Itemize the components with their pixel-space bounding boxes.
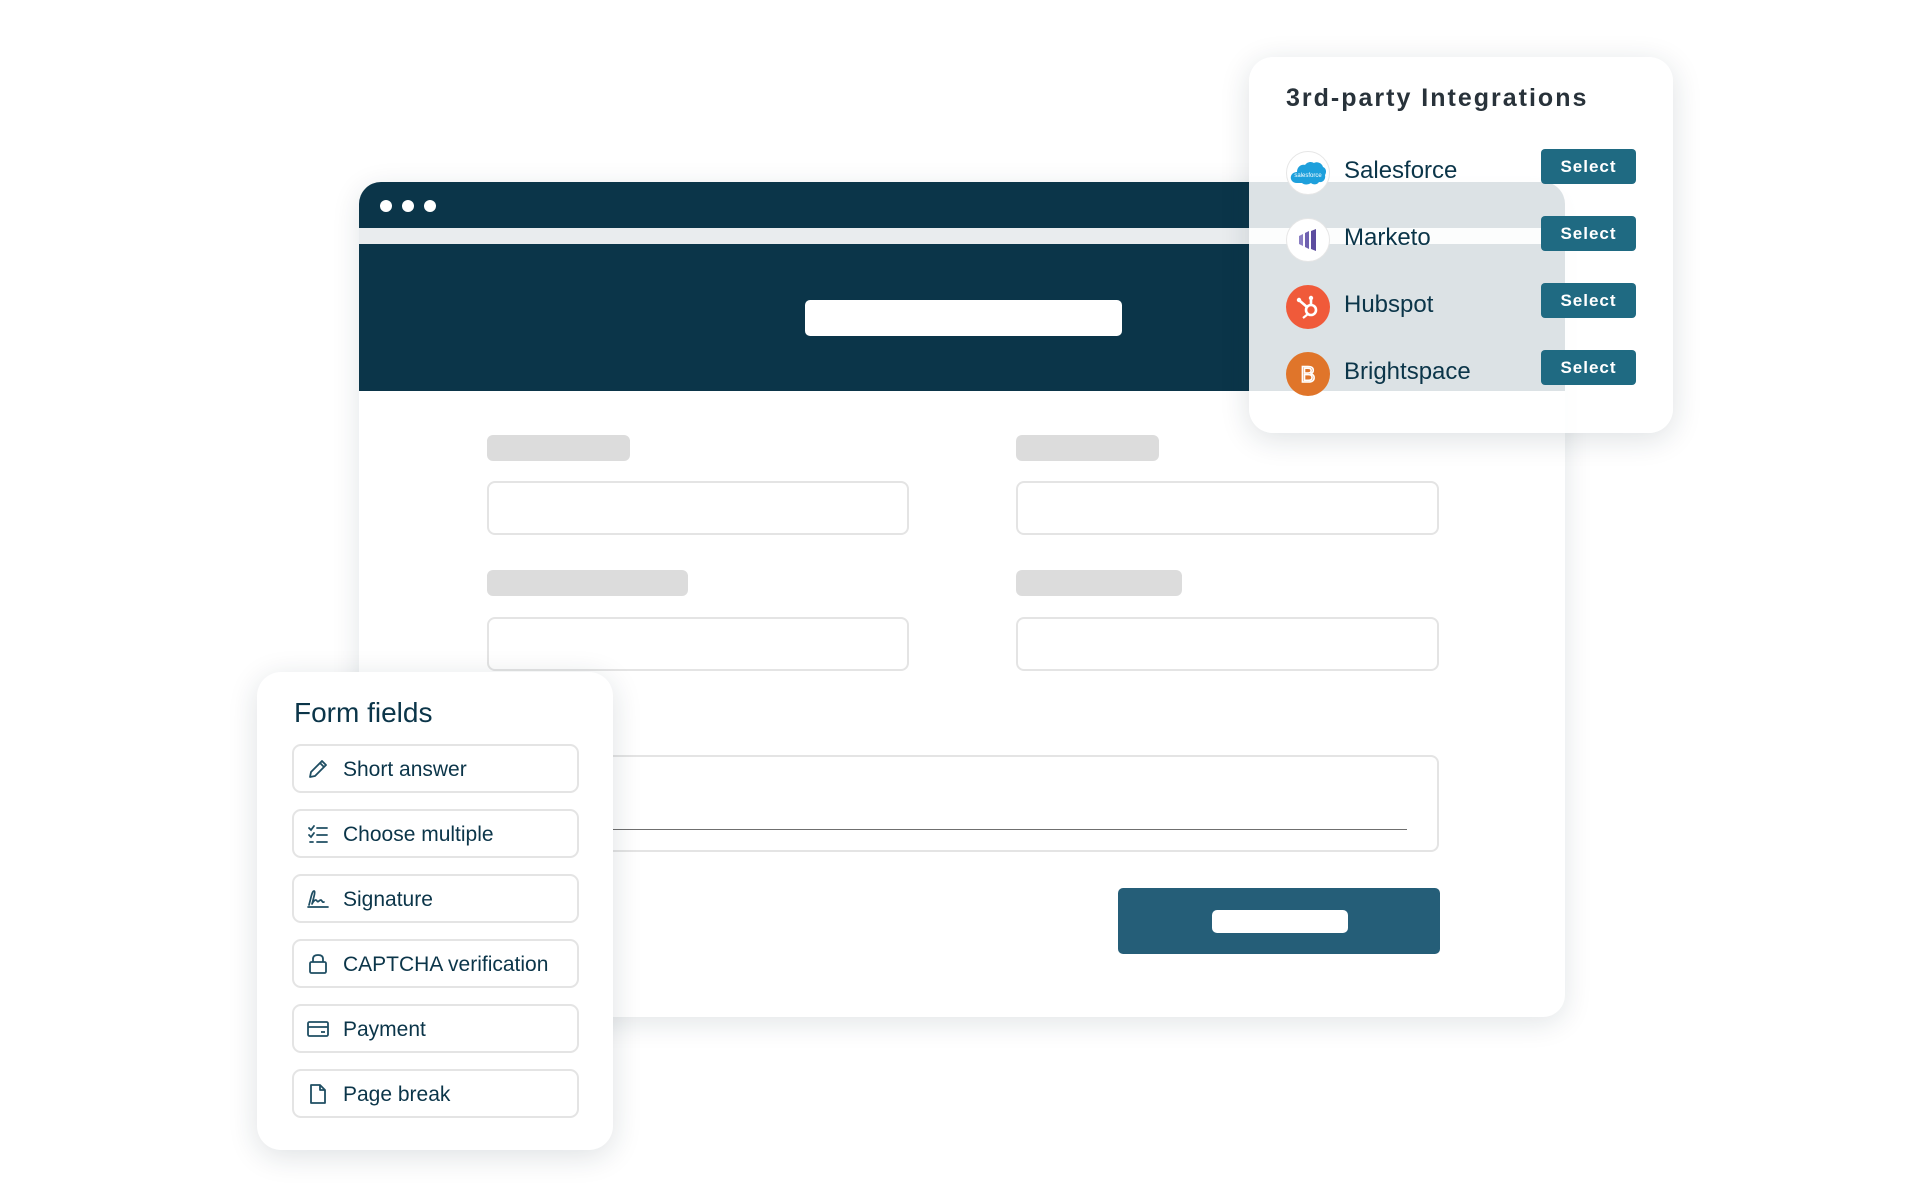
text-input-placeholder[interactable] bbox=[1016, 617, 1439, 671]
field-label-placeholder bbox=[1016, 570, 1182, 596]
integration-name: Marketo bbox=[1344, 224, 1431, 251]
integration-name: Hubspot bbox=[1344, 291, 1434, 318]
submit-label-placeholder bbox=[1212, 910, 1348, 933]
field-item-label: Choose multiple bbox=[343, 823, 494, 846]
textarea-placeholder[interactable] bbox=[487, 755, 1439, 852]
field-item-label: Signature bbox=[343, 888, 433, 911]
submit-button[interactable] bbox=[1118, 888, 1440, 954]
field-item-payment[interactable]: Payment bbox=[292, 1004, 579, 1053]
lock-icon bbox=[306, 952, 330, 976]
hubspot-logo-icon bbox=[1286, 285, 1330, 329]
integration-name: Salesforce bbox=[1344, 157, 1458, 184]
field-item-label: CAPTCHA verification bbox=[343, 953, 549, 976]
select-brightspace-button[interactable]: Select bbox=[1541, 350, 1636, 385]
window-dot bbox=[402, 200, 414, 212]
form-title-placeholder bbox=[805, 300, 1122, 336]
brightspace-logo-text: B bbox=[1301, 362, 1316, 387]
field-item-captcha[interactable]: CAPTCHA verification bbox=[292, 939, 579, 988]
select-salesforce-button[interactable]: Select bbox=[1541, 149, 1636, 184]
field-label-placeholder bbox=[487, 435, 630, 461]
window-dot bbox=[424, 200, 436, 212]
checklist-icon bbox=[306, 822, 330, 846]
pencil-icon bbox=[306, 757, 330, 781]
brightspace-logo-icon: B bbox=[1286, 352, 1330, 396]
document-icon bbox=[306, 1082, 330, 1106]
integrations-title: 3rd-party Integrations bbox=[1286, 84, 1589, 112]
signature-icon bbox=[306, 887, 330, 911]
integration-row-marketo: Marketo Select bbox=[1286, 216, 1646, 262]
integrations-card: 3rd-party Integrations salesforce Salesf… bbox=[1249, 57, 1673, 433]
field-item-choose-multiple[interactable]: Choose multiple bbox=[292, 809, 579, 858]
field-item-label: Payment bbox=[343, 1018, 426, 1041]
text-input-placeholder[interactable] bbox=[487, 617, 909, 671]
field-item-label: Short answer bbox=[343, 758, 467, 781]
salesforce-logo-text: salesforce bbox=[1294, 173, 1322, 179]
select-hubspot-button[interactable]: Select bbox=[1541, 283, 1636, 318]
field-item-label: Page break bbox=[343, 1083, 451, 1106]
text-input-placeholder[interactable] bbox=[1016, 481, 1439, 535]
credit-card-icon bbox=[306, 1017, 330, 1041]
field-item-page-break[interactable]: Page break bbox=[292, 1069, 579, 1118]
field-item-signature[interactable]: Signature bbox=[292, 874, 579, 923]
text-input-placeholder[interactable] bbox=[487, 481, 909, 535]
field-label-placeholder bbox=[487, 570, 688, 596]
marketo-logo-icon bbox=[1286, 218, 1330, 262]
integration-name: Brightspace bbox=[1344, 358, 1471, 385]
integration-row-hubspot: Hubspot Select bbox=[1286, 283, 1646, 329]
form-fields-card: Form fields Short answer Choose multiple bbox=[257, 672, 613, 1150]
integration-row-salesforce: salesforce Salesforce Select bbox=[1286, 149, 1646, 195]
window-dot bbox=[380, 200, 392, 212]
field-item-short-answer[interactable]: Short answer bbox=[292, 744, 579, 793]
field-label-placeholder bbox=[1016, 435, 1159, 461]
integration-row-brightspace: B Brightspace Select bbox=[1286, 350, 1646, 396]
salesforce-logo-icon: salesforce bbox=[1286, 151, 1330, 195]
form-fields-title: Form fields bbox=[294, 697, 433, 728]
textarea-underline bbox=[487, 829, 1407, 830]
select-marketo-button[interactable]: Select bbox=[1541, 216, 1636, 251]
